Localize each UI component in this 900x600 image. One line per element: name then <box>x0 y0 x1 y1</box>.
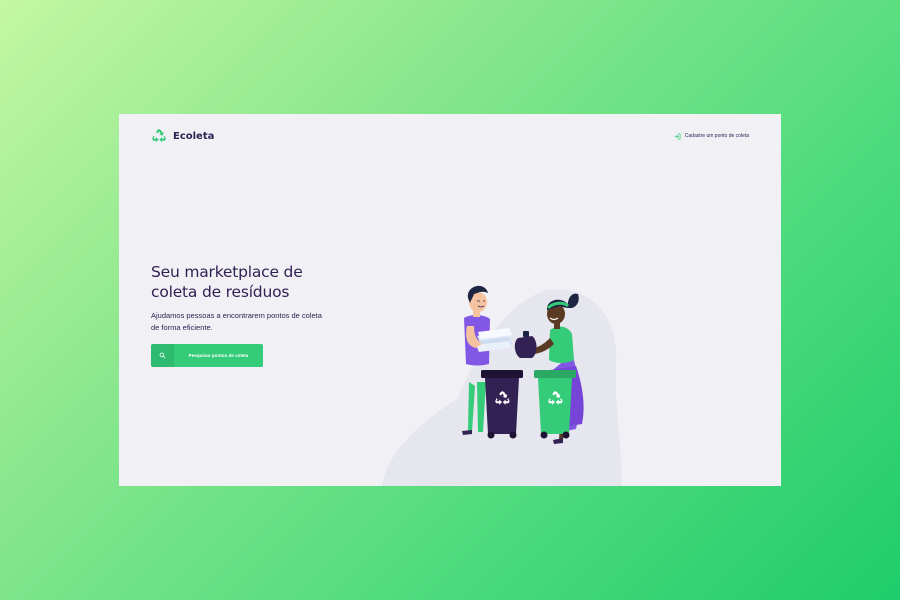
hero-title: Seu marketplace de coleta de resíduos <box>151 262 341 302</box>
hero-title-line1: Seu marketplace de <box>151 263 303 281</box>
register-link-label: Cadastre um ponto de coleta <box>684 133 749 139</box>
page-header: Ecoleta Cadastre um ponto de coleta <box>151 128 749 144</box>
app-window: Ecoleta Cadastre um ponto de coleta Seu … <box>119 114 781 486</box>
search-icon <box>159 352 166 359</box>
recycle-icon <box>152 129 166 143</box>
hero-section: Seu marketplace de coleta de resíduos Aj… <box>151 262 341 334</box>
app-name: Ecoleta <box>173 130 215 142</box>
log-in-icon <box>674 133 681 139</box>
search-collection-points-button[interactable]: Pesquisar pontos de coleta <box>151 344 263 367</box>
hero-description: Ajudamos pessoas a encontrarem pontos de… <box>151 311 322 332</box>
paper-stack <box>476 328 512 352</box>
hero-title-line2: coleta de resíduos <box>151 283 290 301</box>
search-button-label: Pesquisar pontos de coleta <box>188 353 249 358</box>
recycling-people-illustration <box>382 285 622 486</box>
search-icon-box <box>151 344 174 367</box>
logo[interactable]: Ecoleta <box>151 128 214 144</box>
register-collection-point-link[interactable]: Cadastre um ponto de coleta <box>674 133 749 140</box>
